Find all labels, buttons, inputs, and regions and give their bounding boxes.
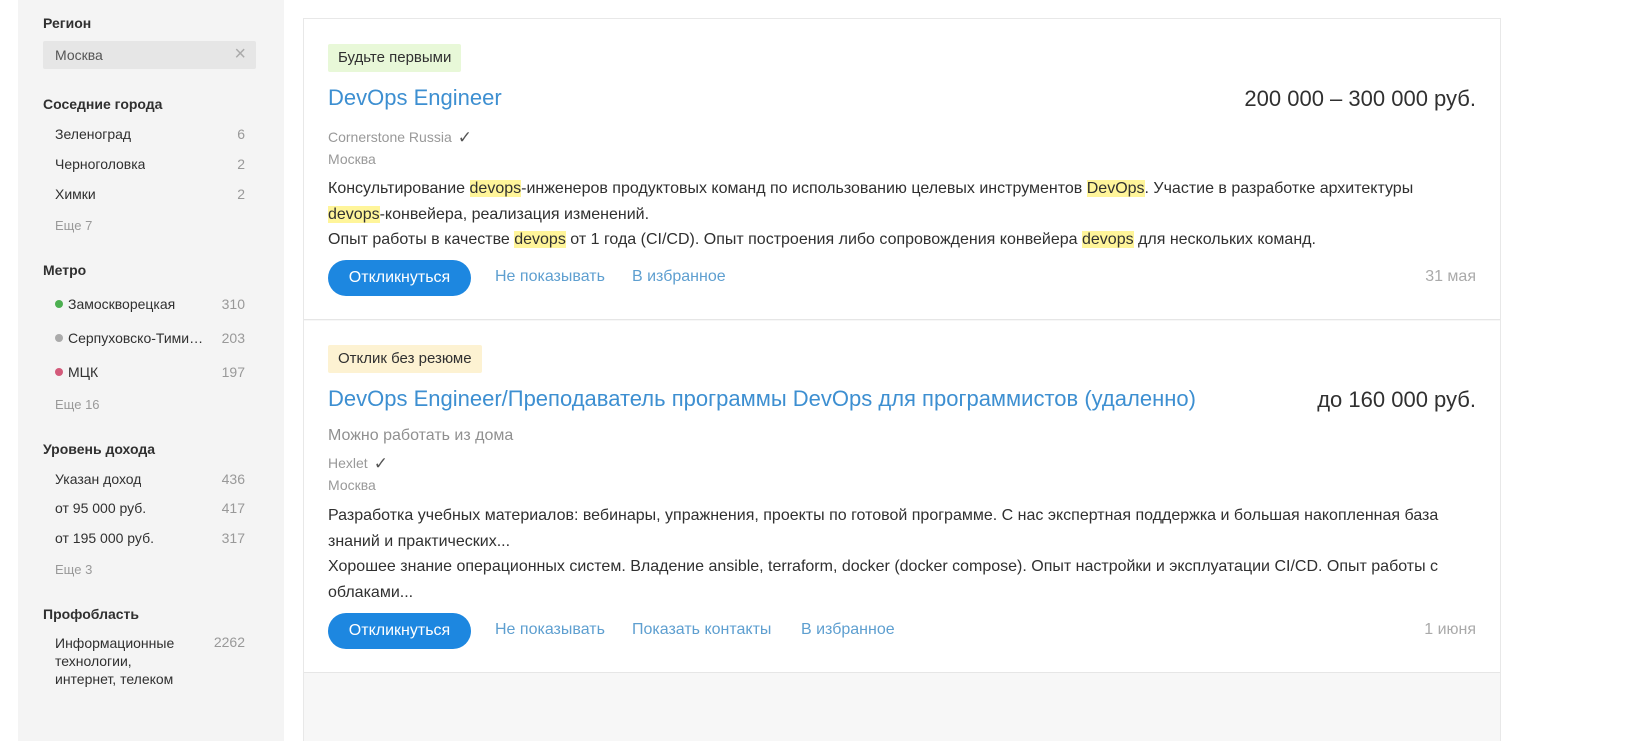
item-count: 310 bbox=[221, 296, 245, 312]
nearby-more-link[interactable]: Еще 7 bbox=[55, 218, 92, 233]
vacancy-card: Будьте первыми DevOps Engineer 200 000 –… bbox=[304, 19, 1500, 320]
income-item-95000[interactable]: от 95 000 руб. 417 bbox=[55, 500, 245, 516]
close-icon[interactable]: × bbox=[234, 43, 246, 65]
item-label: Зеленоград bbox=[55, 126, 132, 142]
favorite-link[interactable]: В избранное bbox=[801, 621, 895, 639]
metro-line-dot bbox=[55, 334, 63, 342]
vacancy-card: Отклик без резюме DevOps Engineer/Препод… bbox=[304, 321, 1500, 673]
metro-item-serpukhovsko[interactable]: Серпуховско-Тимирязевская 203 bbox=[55, 330, 245, 346]
item-label: Черноголовка bbox=[55, 156, 146, 172]
highlight-term: devops bbox=[514, 231, 566, 248]
nearby-title: Соседние города bbox=[43, 96, 163, 112]
hide-link[interactable]: Не показывать bbox=[495, 268, 605, 286]
item-count: 417 bbox=[221, 500, 245, 516]
region-title: Регион bbox=[43, 15, 92, 31]
check-icon: ✓ bbox=[373, 454, 388, 473]
vacancy-date: 31 мая bbox=[1425, 268, 1476, 285]
item-label: Замоскворецкая bbox=[68, 296, 176, 312]
nearby-item-khimki[interactable]: Химки 2 bbox=[55, 186, 245, 202]
company-link[interactable]: Cornerstone Russia ✓ bbox=[328, 128, 472, 148]
region-value: Москва bbox=[55, 47, 103, 63]
vacancy-description: Разработка учебных материалов: вебинары,… bbox=[328, 503, 1468, 605]
prof-title: Профобласть bbox=[43, 606, 140, 622]
metro-item-zamoskvoretskaya[interactable]: Замоскворецкая 310 bbox=[55, 296, 245, 312]
vacancy-salary: 200 000 – 300 000 руб. bbox=[1244, 86, 1476, 111]
income-title: Уровень дохода bbox=[43, 441, 156, 457]
item-count: 317 bbox=[221, 530, 245, 546]
desc-text: для нескольких команд. bbox=[1133, 231, 1316, 248]
vacancy-title-link[interactable]: DevOps Engineer/Преподаватель программы … bbox=[328, 386, 1196, 412]
income-item-specified[interactable]: Указан доход 436 bbox=[55, 471, 245, 487]
show-contacts-link[interactable]: Показать контакты bbox=[632, 621, 771, 639]
company-name: Cornerstone Russia bbox=[328, 129, 452, 145]
apply-button[interactable]: Откликнуться bbox=[328, 260, 471, 296]
company-link[interactable]: Hexlet ✓ bbox=[328, 454, 388, 474]
highlight-term: devops bbox=[328, 205, 380, 223]
metro-item-mck[interactable]: МЦК 197 bbox=[55, 364, 245, 380]
vacancy-date: 1 июня bbox=[1424, 621, 1476, 638]
metro-title: Метро bbox=[43, 262, 87, 278]
remote-work-label: Можно работать из дома bbox=[328, 427, 514, 444]
desc-text: -инженеров продуктовых команд по использ… bbox=[521, 180, 1087, 197]
hide-link[interactable]: Не показывать bbox=[495, 621, 605, 639]
desc-text: Консультирование bbox=[328, 180, 470, 197]
prof-item-it[interactable]: Информационные технологии, интернет, тел… bbox=[55, 634, 245, 688]
vacancy-title-link[interactable]: DevOps Engineer bbox=[328, 85, 502, 111]
item-label: от 195 000 руб. bbox=[55, 530, 154, 546]
desc-text: . Участие в разработке архитектуры bbox=[1144, 180, 1414, 197]
filters-sidebar: Регион Москва × Соседние города Зеленогр… bbox=[18, 0, 284, 741]
desc-text: Опыт работы в качестве bbox=[328, 231, 515, 248]
item-label: Серпуховско-Тимирязевская bbox=[68, 330, 205, 346]
desc-text: -конвейера, реализация изменений. bbox=[379, 205, 650, 223]
region-field[interactable]: Москва × bbox=[43, 41, 256, 69]
item-count: 197 bbox=[221, 364, 245, 380]
nearby-item-chernogolovka[interactable]: Черноголовка 2 bbox=[55, 156, 245, 172]
metro-more-link[interactable]: Еще 16 bbox=[55, 397, 100, 412]
item-label: Химки bbox=[55, 186, 96, 202]
company-name: Hexlet bbox=[328, 455, 368, 471]
highlight-term: DevOps bbox=[1086, 180, 1145, 197]
item-label: от 95 000 руб. bbox=[55, 500, 147, 516]
metro-line-dot bbox=[55, 300, 63, 308]
highlight-term: devops bbox=[469, 180, 522, 197]
item-count: 203 bbox=[221, 330, 245, 346]
check-icon: ✓ bbox=[457, 128, 472, 147]
highlight-term: devops bbox=[1082, 231, 1134, 248]
item-label: Указан доход bbox=[55, 471, 142, 487]
no-resume-badge: Отклик без резюме bbox=[328, 345, 482, 373]
desc-responsibility: Разработка учебных материалов: вебинары,… bbox=[328, 507, 1439, 550]
item-label: Информационные технологии, интернет, тел… bbox=[55, 635, 175, 687]
vacancy-salary: до 160 000 руб. bbox=[1317, 387, 1476, 412]
vacancy-city: Москва bbox=[328, 477, 376, 493]
item-count: 6 bbox=[237, 126, 245, 142]
metro-line-dot bbox=[55, 368, 63, 376]
first-badge: Будьте первыми bbox=[328, 44, 462, 72]
item-label: МЦК bbox=[68, 364, 99, 380]
income-item-195000[interactable]: от 195 000 руб. 317 bbox=[55, 530, 245, 546]
item-count: 2 bbox=[237, 186, 245, 202]
item-count: 2 bbox=[237, 156, 245, 172]
favorite-link[interactable]: В избранное bbox=[632, 268, 726, 286]
vacancy-list: Будьте первыми DevOps Engineer 200 000 –… bbox=[303, 18, 1501, 741]
desc-text: от 1 года (CI/CD). Опыт построения либо … bbox=[565, 231, 1082, 248]
item-count: 436 bbox=[221, 471, 245, 487]
vacancy-city: Москва bbox=[328, 151, 376, 167]
income-more-link[interactable]: Еще 3 bbox=[55, 562, 92, 577]
vacancy-description: Консультирование devops-инженеров продук… bbox=[328, 176, 1468, 253]
desc-requirement: Хорошее знание операционных систем. Влад… bbox=[328, 558, 1439, 601]
item-count: 2262 bbox=[213, 634, 245, 650]
nearby-item-zelenograd[interactable]: Зеленоград 6 bbox=[55, 126, 245, 142]
apply-button[interactable]: Откликнуться bbox=[328, 613, 471, 649]
